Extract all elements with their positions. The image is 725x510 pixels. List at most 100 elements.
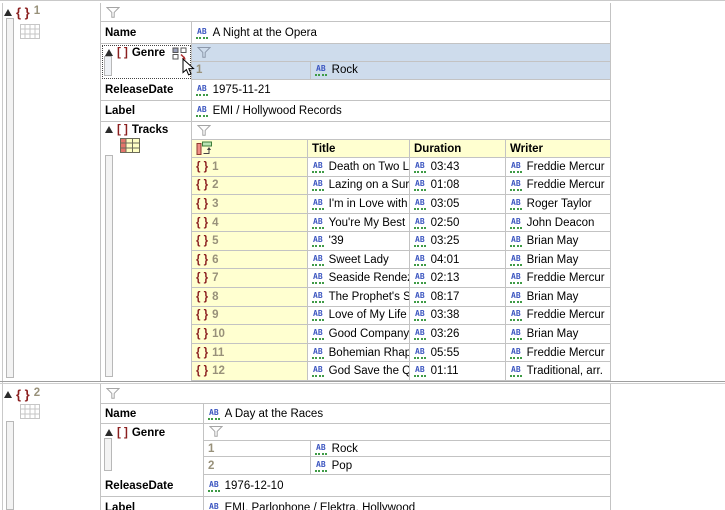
column-header-title[interactable]: Title	[308, 140, 410, 158]
cell-duration[interactable]: AB03:43	[410, 158, 506, 177]
row-index-cell[interactable]: { }7	[192, 269, 308, 288]
cell-title[interactable]: ABBohemian Rhap	[308, 344, 410, 363]
collapse-toggle-genre[interactable]	[105, 49, 113, 56]
collapse-toggle-object-2[interactable]	[4, 391, 12, 398]
row-index-cell[interactable]: { }10	[192, 325, 308, 344]
collapse-toggle-genre[interactable]	[105, 429, 113, 436]
cell-writer[interactable]: ABBrian May	[506, 325, 610, 344]
field-key-genre[interactable]: [ ] Genre	[101, 424, 204, 475]
genre-value-cell[interactable]: AB Rock	[311, 62, 610, 79]
cell-writer[interactable]: ABFreddie Mercur	[506, 344, 610, 363]
row-index-cell[interactable]: { }2	[192, 177, 308, 196]
cell-duration[interactable]: AB04:01	[410, 251, 506, 270]
cell-title[interactable]: ABYou're My Best F	[308, 214, 410, 233]
row-index-cell[interactable]: 2	[204, 457, 311, 474]
cell-writer[interactable]: ABFreddie Mercur	[506, 177, 610, 196]
cell-duration[interactable]: AB02:50	[410, 214, 506, 233]
cell-title[interactable]: ABLazing on a Sur	[308, 177, 410, 196]
field-key-releasedate[interactable]: ReleaseDate	[101, 475, 204, 497]
field-key-name[interactable]: Name	[101, 22, 192, 44]
cell-title[interactable]: ABSeaside Rendez	[308, 269, 410, 288]
track-row: { }2 ABLazing on a Sur AB01:08 ABFreddie…	[192, 177, 610, 196]
cell-writer[interactable]: ABBrian May	[506, 288, 610, 307]
collapse-bar-object-1[interactable]	[6, 18, 14, 378]
field-value-releasedate[interactable]: AB 1976-12-10	[204, 475, 610, 497]
cell-title[interactable]: ABThe Prophet's S	[308, 288, 410, 307]
funnel-icon[interactable]	[209, 426, 223, 437]
cell-writer[interactable]: ABBrian May	[506, 232, 610, 251]
cell-duration[interactable]: AB03:05	[410, 195, 506, 214]
field-key-genre[interactable]: [ ] Genre	[101, 44, 192, 80]
cell-title[interactable]: AB'39	[308, 232, 410, 251]
transpose-table-icon[interactable]	[196, 141, 213, 156]
collapse-bar-tracks[interactable]	[105, 155, 113, 377]
funnel-icon[interactable]	[197, 125, 211, 136]
cell-writer[interactable]: ABFreddie Mercur	[506, 269, 610, 288]
funnel-icon[interactable]	[106, 388, 120, 399]
row-index-cell[interactable]: { }6	[192, 251, 308, 270]
row-index-cell[interactable]: 1	[204, 441, 311, 458]
string-type-icon: AB	[315, 443, 327, 455]
cell-title[interactable]: ABLove of My Life	[308, 307, 410, 326]
row-index-cell[interactable]: { }3	[192, 195, 308, 214]
cell-duration[interactable]: AB01:08	[410, 177, 506, 196]
column-header-duration[interactable]: Duration	[410, 140, 506, 158]
genre-value-cell[interactable]: AB Rock	[311, 441, 610, 458]
collapse-bar-genre[interactable]	[104, 438, 112, 471]
field-key-name[interactable]: Name	[101, 404, 204, 424]
row-index-cell[interactable]: 1	[192, 62, 311, 79]
object-icon: { }	[196, 309, 208, 321]
field-key-releasedate[interactable]: ReleaseDate	[101, 80, 192, 101]
row-index-cell[interactable]: { }11	[192, 344, 308, 363]
row-index-cell[interactable]: { }8	[192, 288, 308, 307]
collapse-toggle-object-1[interactable]	[4, 9, 12, 16]
genre-value-cell[interactable]: AB Pop	[311, 457, 610, 474]
field-key-label[interactable]: Label	[101, 101, 192, 122]
cell-title[interactable]: ABGod Save the Q	[308, 362, 410, 381]
cell-title[interactable]: ABDeath on Two L	[308, 158, 410, 177]
row-index-cell[interactable]: { }9	[192, 307, 308, 326]
cell-title[interactable]: ABGood Company	[308, 325, 410, 344]
cell-title[interactable]: ABSweet Lady	[308, 251, 410, 270]
collapse-bar-object-2[interactable]	[6, 421, 14, 510]
table-view-icon[interactable]	[20, 404, 40, 419]
column-header-writer[interactable]: Writer	[506, 140, 610, 158]
cell-writer[interactable]: ABTraditional, arr.	[506, 362, 610, 381]
cell-writer[interactable]: ABBrian May	[506, 251, 610, 270]
field-key-label[interactable]: Label	[101, 497, 204, 510]
field-value-label[interactable]: AB EMI / Hollywood Records	[192, 101, 610, 122]
cell-writer[interactable]: ABRoger Taylor	[506, 195, 610, 214]
field-value-label[interactable]: AB EMI, Parlophone / Elektra, Hollywood	[204, 497, 610, 510]
table-corner-cell[interactable]	[192, 140, 308, 158]
funnel-icon[interactable]	[197, 47, 211, 58]
field-key-tracks[interactable]: [ ] Tracks	[101, 122, 192, 381]
cell-duration[interactable]: AB03:38	[410, 307, 506, 326]
cell-writer[interactable]: ABJohn Deacon	[506, 214, 610, 233]
table-display-icon[interactable]	[120, 138, 140, 153]
object-1-badge: { } 1	[16, 5, 40, 20]
string-type-icon: AB	[312, 198, 324, 210]
cell-duration[interactable]: AB03:26	[410, 325, 506, 344]
cell-duration[interactable]: AB05:55	[410, 344, 506, 363]
string-type-icon: AB	[510, 365, 522, 377]
object-2-index: 2	[34, 387, 40, 402]
table-view-icon[interactable]	[20, 24, 40, 39]
row-index-cell[interactable]: { }1	[192, 158, 308, 177]
field-value-name[interactable]: AB A Night at the Opera	[192, 22, 610, 44]
cell-title[interactable]: ABI'm in Love with	[308, 195, 410, 214]
cell-duration[interactable]: AB01:11	[410, 362, 506, 381]
funnel-icon[interactable]	[106, 7, 120, 18]
row-index-cell[interactable]: { }4	[192, 214, 308, 233]
cell-writer[interactable]: ABFreddie Mercur	[506, 307, 610, 326]
cell-writer[interactable]: ABFreddie Mercur	[506, 158, 610, 177]
track-row: { }9 ABLove of My Life AB03:38 ABFreddie…	[192, 307, 610, 326]
field-value-releasedate[interactable]: AB 1975-11-21	[192, 80, 610, 101]
cell-duration[interactable]: AB03:25	[410, 232, 506, 251]
cell-duration[interactable]: AB02:13	[410, 269, 506, 288]
field-value-name[interactable]: AB A Day at the Races	[204, 404, 610, 424]
row-index-cell[interactable]: { }5	[192, 232, 308, 251]
row-index-cell[interactable]: { }12	[192, 362, 308, 381]
collapse-bar-genre[interactable]	[104, 56, 112, 76]
cell-duration[interactable]: AB08:17	[410, 288, 506, 307]
collapse-toggle-tracks[interactable]	[105, 126, 113, 133]
